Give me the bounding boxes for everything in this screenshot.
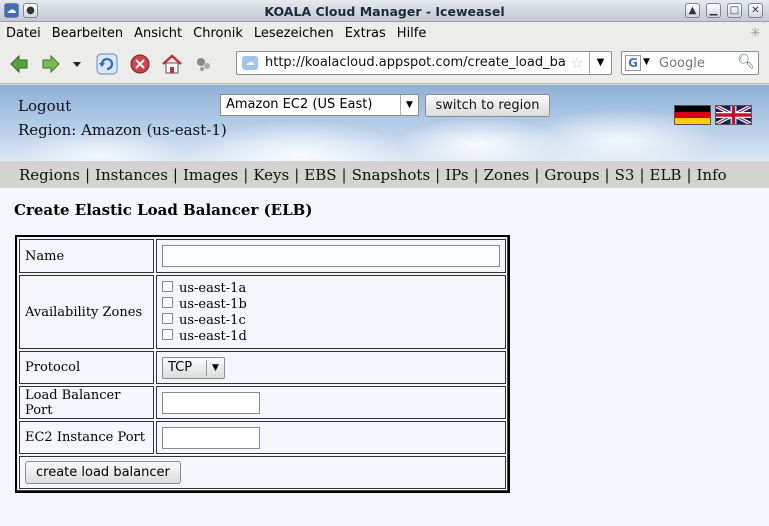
tab-instances[interactable]: Instances (95, 166, 168, 184)
url-bar[interactable]: ☁ http://koalacloud.appspot.com/create_l… (236, 51, 612, 75)
window-titlebar: ☁ ● KOALA Cloud Manager - Iceweasel ▲ ▁ … (0, 0, 769, 22)
zones-label: Availability Zones (19, 275, 154, 349)
tab-regions[interactable]: Regions (19, 166, 80, 184)
search-input[interactable] (659, 54, 737, 72)
region-select[interactable]: Amazon EC2 (US East) ▼ (220, 94, 419, 116)
site-identity-icon[interactable]: ☁ (242, 56, 258, 70)
search-engine-dropdown-icon[interactable]: ▼ (643, 57, 650, 67)
search-bar[interactable]: G ▼ 🔍︎ (621, 51, 759, 75)
tab-separator: | (534, 165, 540, 184)
zone-checkbox[interactable] (162, 281, 173, 292)
menu-lesezeichen[interactable]: Lesezeichen (254, 26, 334, 41)
menu-chronik[interactable]: Chronik (193, 26, 243, 41)
instance-port-cell (156, 421, 506, 454)
protocol-label: Protocol (19, 351, 154, 384)
menu-datei[interactable]: Datei (6, 26, 41, 41)
zone-option: us-east-1a (162, 280, 500, 296)
tab-images[interactable]: Images (183, 166, 238, 184)
menu-ansicht[interactable]: Ansicht (134, 26, 182, 41)
menu-bar: Datei Bearbeiten Ansicht Chronik Lesezei… (0, 22, 769, 44)
create-load-balancer-button[interactable]: create load balancer (25, 461, 181, 484)
lb-port-cell (156, 386, 506, 419)
tab-separator: | (294, 165, 300, 184)
switch-region-button[interactable]: switch to region (425, 94, 550, 117)
tab-separator: | (243, 165, 249, 184)
search-icon[interactable]: 🔍︎ (737, 54, 755, 70)
zone-option: us-east-1c (162, 312, 500, 328)
menu-extras[interactable]: Extras (345, 26, 386, 41)
tab-separator: | (435, 165, 441, 184)
tab-separator: | (341, 165, 347, 184)
menu-hilfe[interactable]: Hilfe (397, 26, 427, 41)
forward-icon[interactable] (40, 53, 62, 75)
extension-icon[interactable] (193, 53, 215, 75)
logout-link[interactable]: Logout (18, 97, 71, 115)
tab-info[interactable]: Info (697, 166, 727, 184)
lb-port-input[interactable] (162, 391, 260, 414)
zone-label: us-east-1b (179, 296, 247, 312)
url-text[interactable]: http://koalacloud.appspot.com/create_loa… (265, 55, 565, 70)
search-engine-icon[interactable]: G (625, 55, 641, 71)
page-header: Logout Region: Amazon (us-east-1) Amazon… (0, 85, 769, 161)
throbber-icon: ✳ (750, 26, 761, 41)
tab-separator: | (84, 165, 91, 184)
create-elb-form: Name Availability Zones us-east-1a us-ea… (15, 235, 510, 493)
protocol-select-value: TCP (168, 359, 193, 375)
uk-flag-icon[interactable] (715, 105, 752, 125)
window-title: KOALA Cloud Manager - Iceweasel (264, 4, 505, 19)
stop-icon[interactable] (129, 53, 151, 75)
minimize-icon[interactable]: ▁ (706, 3, 721, 18)
maximize-icon[interactable]: □ (727, 3, 742, 18)
zone-option: us-east-1b (162, 296, 500, 312)
close-icon[interactable]: ✕ (748, 3, 763, 18)
submit-cell: create load balancer (19, 456, 506, 489)
name-input[interactable] (162, 245, 500, 267)
region-label: Region: Amazon (us-east-1) (18, 121, 227, 139)
tab-keys[interactable]: Keys (253, 166, 289, 184)
menu-bearbeiten[interactable]: Bearbeiten (52, 26, 123, 41)
tab-separator: | (604, 165, 610, 184)
lb-port-label: Load Balancer Port (19, 386, 154, 419)
name-label: Name (19, 239, 154, 273)
zone-label: us-east-1a (179, 280, 247, 296)
tab-separator: | (473, 165, 479, 184)
protocol-select[interactable]: TCP ▼ (162, 356, 225, 379)
tab-separator: | (639, 165, 645, 184)
tab-ips[interactable]: IPs (445, 166, 468, 184)
tab-zones[interactable]: Zones (484, 166, 530, 184)
tab-snapshots[interactable]: Snapshots (352, 166, 431, 184)
zones-cell: us-east-1a us-east-1b us-east-1c us-east… (156, 275, 506, 349)
reload-icon[interactable] (96, 53, 118, 75)
tab-separator: | (172, 165, 178, 184)
zone-checkbox[interactable] (162, 329, 173, 340)
chevron-down-icon[interactable]: ▼ (400, 95, 418, 115)
page-title: Create Elastic Load Balancer (ELB) (14, 201, 313, 219)
german-flag-icon[interactable] (674, 105, 711, 125)
zone-label: us-east-1d (179, 328, 247, 344)
zone-checkbox[interactable] (162, 313, 173, 324)
tab-elb[interactable]: ELB (650, 166, 682, 184)
region-select-value: Amazon EC2 (US East) (226, 97, 373, 112)
back-icon[interactable] (8, 53, 30, 75)
window-up-icon[interactable]: ▲ (685, 3, 700, 18)
instance-port-label: EC2 Instance Port (19, 421, 154, 454)
tab-s3[interactable]: S3 (615, 166, 635, 184)
history-dropdown-icon[interactable] (70, 53, 84, 75)
tab-ebs[interactable]: EBS (304, 166, 336, 184)
bookmark-star-icon[interactable]: ☆ (571, 54, 584, 72)
page-content: Logout Region: Amazon (us-east-1) Amazon… (0, 85, 769, 526)
url-dropdown-icon[interactable]: ▼ (589, 52, 611, 74)
name-cell (156, 239, 506, 273)
main-navigation: Regions | Instances | Images | Keys | EBS | S… (0, 161, 769, 188)
protocol-cell: TCP ▼ (156, 351, 506, 384)
tab-separator: | (686, 165, 692, 184)
zone-checkbox[interactable] (162, 297, 173, 308)
instance-port-input[interactable] (162, 426, 260, 449)
tab-groups[interactable]: Groups (544, 166, 599, 184)
zone-option: us-east-1d (162, 328, 500, 344)
home-icon[interactable] (161, 53, 183, 75)
chevron-down-icon[interactable]: ▼ (206, 359, 224, 376)
zone-label: us-east-1c (179, 312, 246, 328)
